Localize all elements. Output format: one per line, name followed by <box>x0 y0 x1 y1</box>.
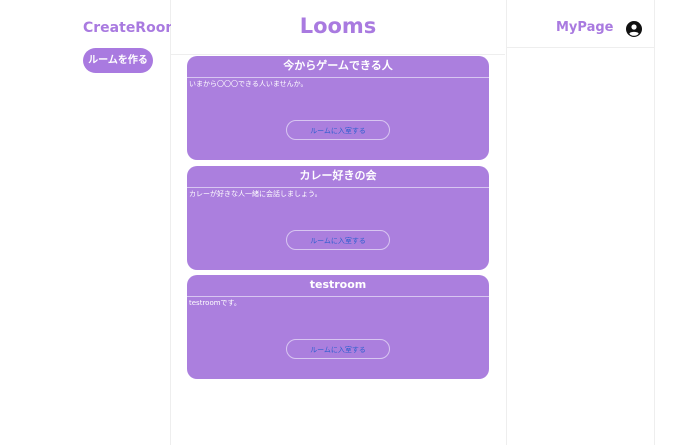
room-card: testroom testroomです。 ルームに入室する <box>187 275 489 379</box>
main-header: Looms <box>171 0 505 55</box>
main-column: Looms 今からゲームできる人 いまから〇〇〇できる人いませんか。 ルームに入… <box>171 0 505 445</box>
room-title: testroom <box>187 275 489 297</box>
room-description: いまから〇〇〇できる人いませんか。 <box>189 80 308 88</box>
mypage-link[interactable]: MyPage <box>556 20 613 35</box>
user-circle-icon[interactable] <box>626 21 642 37</box>
create-room-button[interactable]: ルームを作る <box>83 48 153 73</box>
join-room-button[interactable]: ルームに入室する <box>286 120 390 140</box>
create-room-title: CreateRoom <box>83 20 180 36</box>
room-description: カレーが好きな人一緒に会話しましょう。 <box>189 190 322 198</box>
room-title: カレー好きの会 <box>187 166 489 188</box>
right-sidebar: MyPage <box>506 0 655 445</box>
left-sidebar: CreateRoom ルームを作る <box>0 0 180 445</box>
room-title: 今からゲームできる人 <box>187 56 489 78</box>
app-title: Looms <box>299 14 377 38</box>
join-room-button[interactable]: ルームに入室する <box>286 339 390 359</box>
room-card: 今からゲームできる人 いまから〇〇〇できる人いませんか。 ルームに入室する <box>187 56 489 160</box>
join-room-button[interactable]: ルームに入室する <box>286 230 390 250</box>
right-header: MyPage <box>507 0 654 48</box>
room-card: カレー好きの会 カレーが好きな人一緒に会話しましょう。 ルームに入室する <box>187 166 489 270</box>
room-description: testroomです。 <box>189 299 241 307</box>
